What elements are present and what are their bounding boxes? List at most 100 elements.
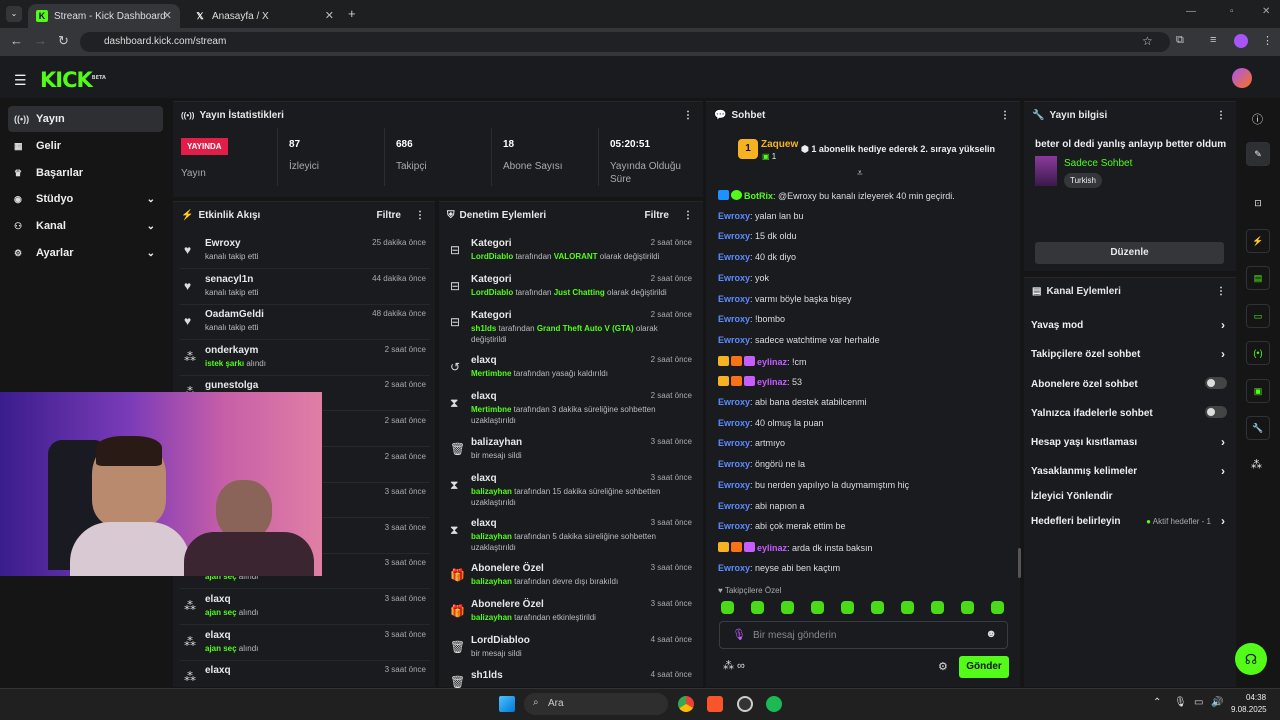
chat-username[interactable]: Ewroxy <box>718 563 750 573</box>
sidebar-item-basarilar[interactable]: ♛ Başarılar <box>8 160 163 186</box>
mod-target[interactable]: Kategori <box>471 238 512 249</box>
feed-user[interactable]: gunestolga <box>205 380 258 391</box>
mod-row[interactable]: ⧗ elaxq balizayhan tarafından 5 dakika sür… <box>446 518 696 552</box>
channel-action-row[interactable]: İzleyici Yönlendir <box>1031 491 1227 502</box>
extensions-icon[interactable]: ⧉ <box>1176 34 1184 47</box>
speaker-icon[interactable]: 🔊 <box>1211 697 1223 708</box>
mod-user[interactable]: balizayhan <box>471 532 512 541</box>
points-icon[interactable]: ⁂ ∞ <box>723 659 745 672</box>
emote-icon[interactable] <box>901 601 914 614</box>
mod-user[interactable]: balizayhan <box>471 613 512 622</box>
chat-username[interactable]: Ewroxy <box>718 211 750 221</box>
reload-icon[interactable]: ↻ <box>58 33 69 49</box>
chat-icon[interactable]: ▭ <box>1246 304 1270 328</box>
chat-username[interactable]: eylinaz <box>757 357 787 367</box>
mod-row[interactable]: 🗑 balizayhan bir mesajı sildi 3 saat önce <box>446 437 696 469</box>
url-input[interactable]: dashboard.kick.com/stream <box>80 32 1170 52</box>
menu-icon[interactable]: ⋮ <box>1262 34 1273 47</box>
close-window-button[interactable]: ✕ <box>1262 6 1270 17</box>
tray-chevron-icon[interactable]: ⌃ <box>1153 697 1161 708</box>
mic-icon[interactable]: 🎙 <box>732 628 746 641</box>
points-icon[interactable]: ⁂ <box>1251 458 1262 471</box>
mod-row[interactable]: ⊟ Kategori LordDiablo tarafından VALORANT … <box>446 238 696 270</box>
mod-user[interactable]: Mertimbne <box>471 369 511 378</box>
hamburger-icon[interactable]: ☰ <box>14 72 27 89</box>
chat-username[interactable]: Ewroxy <box>718 501 750 511</box>
feed-row[interactable]: ♥ Ewroxy kanalı takip etti 25 dakika önce <box>180 235 430 269</box>
tab-x[interactable]: 𝕏 Anasayfa / X ✕ <box>186 4 342 28</box>
mod-target[interactable]: elaxq <box>471 473 497 484</box>
chat-username[interactable]: Ewroxy <box>718 438 750 448</box>
mod-target[interactable]: Abonelere Özel <box>471 563 544 574</box>
mod-target[interactable]: balizayhan <box>471 437 522 448</box>
display-icon[interactable]: ▭ <box>1194 697 1203 708</box>
more-icon[interactable]: ⋮ <box>683 210 693 221</box>
clock-time[interactable]: 04:38 <box>1246 693 1266 702</box>
feed-user[interactable]: onderkaym <box>205 345 258 356</box>
brave-icon[interactable] <box>707 696 723 712</box>
send-button[interactable]: Gönder <box>959 656 1009 678</box>
emote-icon[interactable] <box>931 601 944 614</box>
emote-icon[interactable] <box>991 601 1004 614</box>
chrome-icon[interactable] <box>678 696 694 712</box>
chat-username[interactable]: Ewroxy <box>718 480 750 490</box>
mod-row[interactable]: ⊟ Kategori sh1lds tarafından Grand Theft A… <box>446 310 696 344</box>
feed-user[interactable]: elaxq <box>205 594 231 605</box>
sidebar-item-kanal[interactable]: ⚇ Kanal ⌄ <box>8 213 163 239</box>
mod-target[interactable]: sh1lds <box>471 670 503 681</box>
channel-action-row[interactable]: Abonelere özel sohbet <box>1031 377 1227 390</box>
sidebar-item-ayarlar[interactable]: ⚙ Ayarlar ⌄ <box>8 240 163 266</box>
feed-user[interactable]: OadamGeldi <box>205 309 264 320</box>
emote-icon[interactable] <box>841 601 854 614</box>
info-icon[interactable]: ⓘ <box>1252 111 1263 127</box>
mod-user[interactable]: balizayhan <box>471 577 512 586</box>
star-icon[interactable]: ☆ <box>1142 34 1153 48</box>
chat-username[interactable]: Ewroxy <box>718 521 750 531</box>
kick-logo[interactable]: KICKBETA <box>40 68 106 92</box>
channel-action-row[interactable]: Yavaş mod › <box>1031 318 1227 332</box>
mod-row[interactable]: ↺ elaxq Mertimbne tarafından yasağı kaldır… <box>446 355 696 387</box>
chat-input[interactable]: 🎙 Bir mesaj gönderin ☻ <box>719 621 1008 649</box>
notes-icon[interactable]: ▤ <box>1246 266 1270 290</box>
mod-target[interactable]: LordDiabloo <box>471 635 530 646</box>
chat-username[interactable]: BotRix <box>744 191 773 201</box>
wrench-icon[interactable]: 🔧 <box>1246 416 1270 440</box>
chat-username[interactable]: eylinaz <box>757 377 787 387</box>
mod-user[interactable]: Mertimbne <box>471 405 511 414</box>
chat-username[interactable]: Ewroxy <box>718 418 750 428</box>
emote-icon[interactable] <box>811 601 824 614</box>
sidebar-item-studyo[interactable]: ◉ Stüdyo ⌄ <box>8 186 163 212</box>
feed-user[interactable]: elaxq <box>205 665 231 676</box>
category-link[interactable]: Sadece Sohbet <box>1064 158 1132 169</box>
mod-target[interactable]: elaxq <box>471 518 497 529</box>
channel-action-row[interactable]: Yasaklanmış kelimeler › <box>1031 464 1227 478</box>
back-icon[interactable]: ← <box>10 33 23 48</box>
mod-user[interactable]: sh1lds <box>471 324 496 333</box>
forward-icon[interactable]: → <box>34 33 47 48</box>
capture-icon[interactable]: ⊡ <box>1246 191 1270 215</box>
mod-row[interactable]: 🗑 LordDiabloo bir mesajı sildi 4 saat önce <box>446 635 696 667</box>
more-icon[interactable]: ⋮ <box>1216 286 1226 297</box>
chat-username[interactable]: eylinaz <box>757 543 787 553</box>
mod-target[interactable]: Abonelere Özel <box>471 599 544 610</box>
feed-user[interactable]: senacyl1n <box>205 274 253 285</box>
channel-action-row[interactable]: Hedefleri belirleyin ● Aktif hedefler - 1… <box>1031 514 1227 528</box>
chat-username[interactable]: Ewroxy <box>718 231 750 241</box>
emote-icon[interactable] <box>871 601 884 614</box>
sidebar-item-gelir[interactable]: ▦ Gelir <box>8 133 163 159</box>
minimize-button[interactable]: — <box>1186 6 1196 17</box>
mod-row[interactable]: ⊟ Kategori LordDiablo tarafından Just Chat… <box>446 274 696 306</box>
new-tab-button[interactable]: + <box>348 6 356 21</box>
sidebar-item-yayin[interactable]: ((•)) Yayın <box>8 106 163 132</box>
mod-row[interactable]: ⧗ elaxq Mertimbne tarafından 3 dakika süre… <box>446 391 696 425</box>
chat-username[interactable]: Ewroxy <box>718 397 750 407</box>
scroll-down-icon[interactable]: ⩡ <box>857 168 863 179</box>
feed-row[interactable]: ⁂ elaxq ajan seç alındı 3 saat önce <box>180 627 430 661</box>
mod-user[interactable]: LordDiablo <box>471 288 513 297</box>
mod-target[interactable]: elaxq <box>471 391 497 402</box>
profile-avatar[interactable] <box>1234 34 1248 48</box>
feed-row[interactable]: ♥ OadamGeldi kanalı takip etti 48 dakika ön… <box>180 306 430 341</box>
lightning-icon[interactable]: ⚡ <box>1246 229 1270 253</box>
close-icon[interactable]: ✕ <box>325 9 334 22</box>
mod-target[interactable]: elaxq <box>471 355 497 366</box>
